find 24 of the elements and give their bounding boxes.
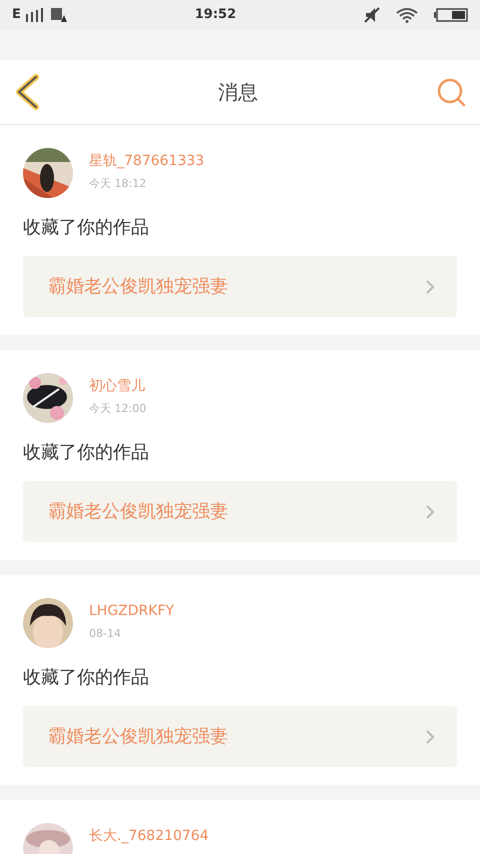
wifi-icon bbox=[396, 7, 418, 23]
chevron-right-icon bbox=[425, 504, 435, 520]
work-link[interactable]: 霸婚老公俊凯独宠强妻 bbox=[23, 256, 457, 317]
message-time: 08-14 bbox=[89, 626, 122, 642]
message-text: 收藏了你的作品 bbox=[23, 216, 150, 240]
user-name[interactable]: 长大._768210764 bbox=[89, 827, 209, 845]
network-type: E bbox=[12, 6, 21, 24]
battery-icon bbox=[434, 8, 468, 22]
sim-warning-icon bbox=[50, 8, 67, 22]
message-text: 收藏了你的作品 bbox=[23, 666, 150, 690]
user-name[interactable]: 星轨_787661333 bbox=[89, 152, 204, 170]
user-name[interactable]: 初心雪儿 bbox=[89, 377, 146, 395]
work-link[interactable]: 霸婚老公俊凯独宠强妻 bbox=[23, 481, 457, 542]
page-title: 消息 bbox=[218, 79, 258, 106]
chevron-right-icon bbox=[425, 728, 435, 744]
work-link[interactable]: 霸婚老公俊凯独宠强妻 bbox=[23, 706, 457, 767]
mute-icon bbox=[364, 7, 380, 23]
message-time: 今天 18:12 bbox=[89, 176, 148, 192]
clock-time: 19:52 bbox=[194, 6, 236, 24]
message-time: 今天 12:00 bbox=[89, 401, 146, 417]
chevron-right-icon bbox=[425, 278, 435, 294]
message-text: 收藏了你的作品 bbox=[23, 441, 150, 465]
user-name[interactable]: LHGZDRKFY bbox=[89, 602, 174, 620]
back-button[interactable] bbox=[14, 74, 40, 110]
